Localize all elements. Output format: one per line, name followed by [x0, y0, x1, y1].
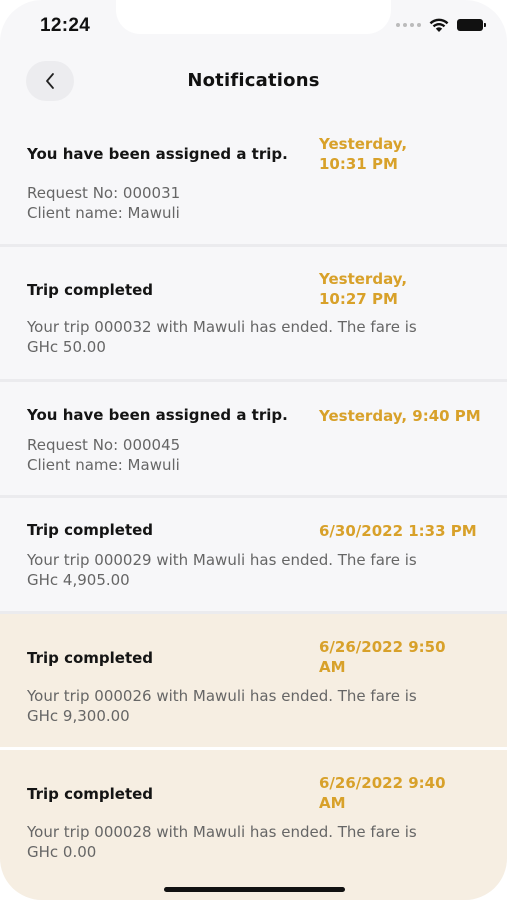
notification-body-line: GHc 0.00 [27, 843, 97, 861]
status-icons [396, 17, 486, 33]
notification-item[interactable]: You have been assigned a trip. Yesterday… [0, 382, 507, 498]
battery-icon [457, 19, 486, 31]
notification-timestamp: Yesterday, 9:40 PM [319, 407, 481, 425]
nav-header: Notifications [0, 58, 507, 104]
notification-title: You have been assigned a trip. [27, 145, 288, 163]
notification-item[interactable]: Trip completed 6/30/2022 1:33 PM Your tr… [0, 498, 507, 614]
notification-body-line: Client name: Mawuli [27, 456, 180, 474]
notification-item-unread[interactable]: Trip completed 6/26/2022 9:50 AM Your tr… [0, 614, 507, 750]
notification-body-line: GHc 9,300.00 [27, 707, 130, 725]
status-bar: 12:24 [0, 0, 507, 54]
notification-body-line: GHc 4,905.00 [27, 571, 130, 589]
notification-title: Trip completed [27, 521, 154, 539]
notification-body: Request No: 000031 Client name: Mawuli [27, 183, 467, 223]
notification-body: Your trip 000026 with Mawuli has ended. … [27, 686, 467, 726]
notification-timestamp: 6/26/2022 9:40 AM [319, 774, 446, 812]
device-notch [116, 0, 391, 34]
notification-list: You have been assigned a trip. Yesterday… [0, 117, 507, 900]
notification-body: Your trip 000029 with Mawuli has ended. … [27, 550, 467, 590]
phone-screen: 12:24 Notifications You have been assign… [0, 0, 507, 900]
notification-body-line: Request No: 000045 [27, 436, 181, 454]
notification-title: Trip completed [27, 281, 154, 299]
notification-item[interactable]: Trip completed Yesterday, 10:27 PM Your … [0, 247, 507, 382]
notification-body: Your trip 000032 with Mawuli has ended. … [27, 317, 467, 357]
notification-title: You have been assigned a trip. [27, 406, 288, 424]
notification-title: Trip completed [27, 785, 154, 803]
notification-timestamp: 6/26/2022 9:50 AM [319, 638, 446, 676]
notification-body-line: Your trip 000028 with Mawuli has ended. … [27, 823, 417, 841]
notification-body-line: Request No: 000031 [27, 184, 181, 202]
notification-timestamp: Yesterday, 10:27 PM [319, 270, 408, 308]
notification-body-line: Your trip 000029 with Mawuli has ended. … [27, 551, 417, 569]
notification-item-unread[interactable]: Trip completed 6/26/2022 9:40 AM Your tr… [0, 750, 507, 900]
wifi-icon [429, 18, 449, 32]
cellular-signal-icon [396, 23, 421, 27]
notification-timestamp: 6/30/2022 1:33 PM [319, 522, 477, 540]
status-time: 12:24 [40, 15, 91, 36]
home-indicator[interactable] [164, 887, 345, 892]
notification-body-line: Client name: Mawuli [27, 204, 180, 222]
notification-body-line: Your trip 000026 with Mawuli has ended. … [27, 687, 417, 705]
page-title: Notifications [187, 70, 320, 91]
notification-timestamp: Yesterday, 10:31 PM [319, 135, 408, 173]
notification-body: Request No: 000045 Client name: Mawuli [27, 435, 467, 475]
notification-body-line: Your trip 000032 with Mawuli has ended. … [27, 318, 417, 336]
notification-body: Your trip 000028 with Mawuli has ended. … [27, 822, 467, 862]
notification-body-line: GHc 50.00 [27, 338, 106, 356]
notification-title: Trip completed [27, 649, 154, 667]
notification-item[interactable]: You have been assigned a trip. Yesterday… [0, 117, 507, 247]
